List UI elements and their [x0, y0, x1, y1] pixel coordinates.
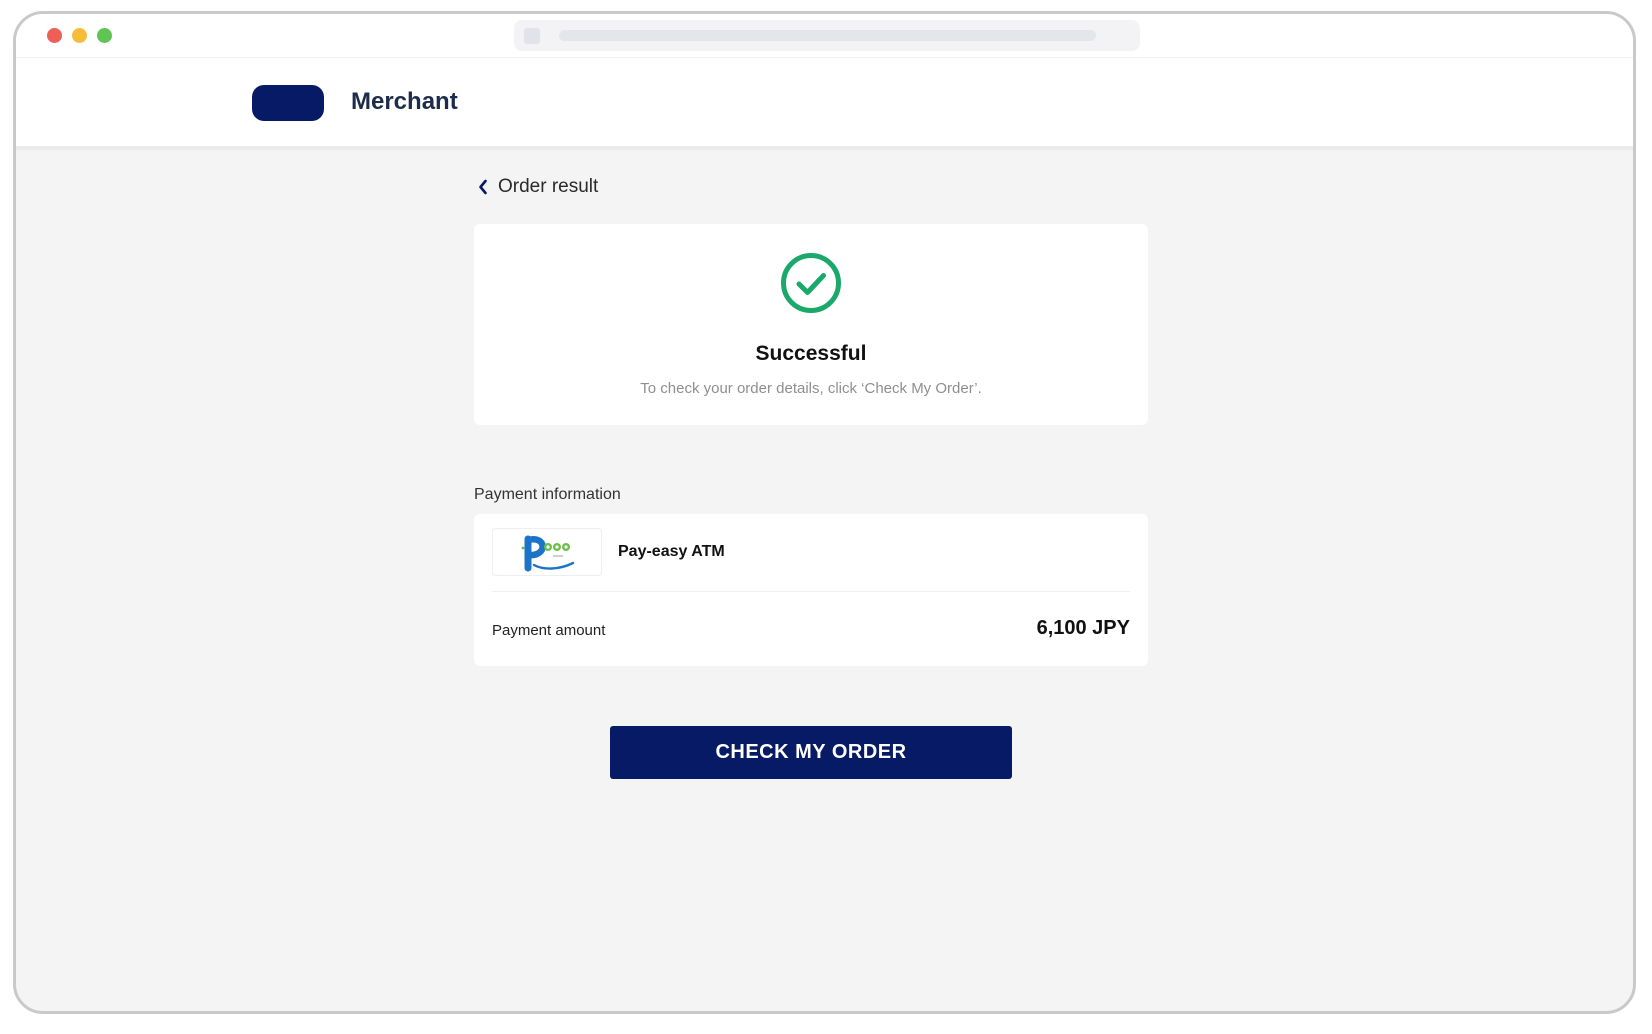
payment-method-name: Pay-easy ATM: [618, 543, 725, 560]
url-placeholder: [559, 30, 1096, 41]
pay-easy-logo-graphic: [521, 535, 575, 572]
result-card: Successful To check your order details, …: [474, 224, 1148, 425]
payment-card: Pay-easy ATM Payment amount 6,100 JPY: [474, 514, 1148, 666]
page-title: Order result: [498, 176, 599, 197]
divider: [492, 591, 1130, 592]
payment-amount-label: Payment amount: [492, 622, 606, 639]
title-bar: [16, 14, 1633, 58]
payment-amount-value: 6,100 JPY: [1036, 617, 1130, 639]
pay-easy-logo: [492, 528, 602, 576]
merchant-logo: [252, 85, 324, 121]
status-title: Successful: [755, 342, 867, 365]
site-icon: [524, 28, 540, 44]
address-bar[interactable]: [514, 20, 1140, 51]
merchant-name: Merchant: [351, 88, 458, 115]
close-window-button[interactable]: [47, 28, 62, 43]
merchant-header: Merchant: [16, 58, 1633, 150]
check-circle-icon: [781, 253, 841, 313]
minimize-window-button[interactable]: [72, 28, 87, 43]
back-button[interactable]: Order result: [478, 176, 598, 198]
browser-window: Merchant: [13, 11, 1636, 1014]
maximize-window-button[interactable]: [97, 28, 112, 43]
status-message: To check your order details, click ‘Chec…: [640, 380, 982, 397]
chevron-left-icon: [479, 179, 487, 195]
check-my-order-button[interactable]: CHECK MY ORDER: [610, 726, 1012, 779]
payment-section-label: Payment information: [474, 486, 621, 503]
